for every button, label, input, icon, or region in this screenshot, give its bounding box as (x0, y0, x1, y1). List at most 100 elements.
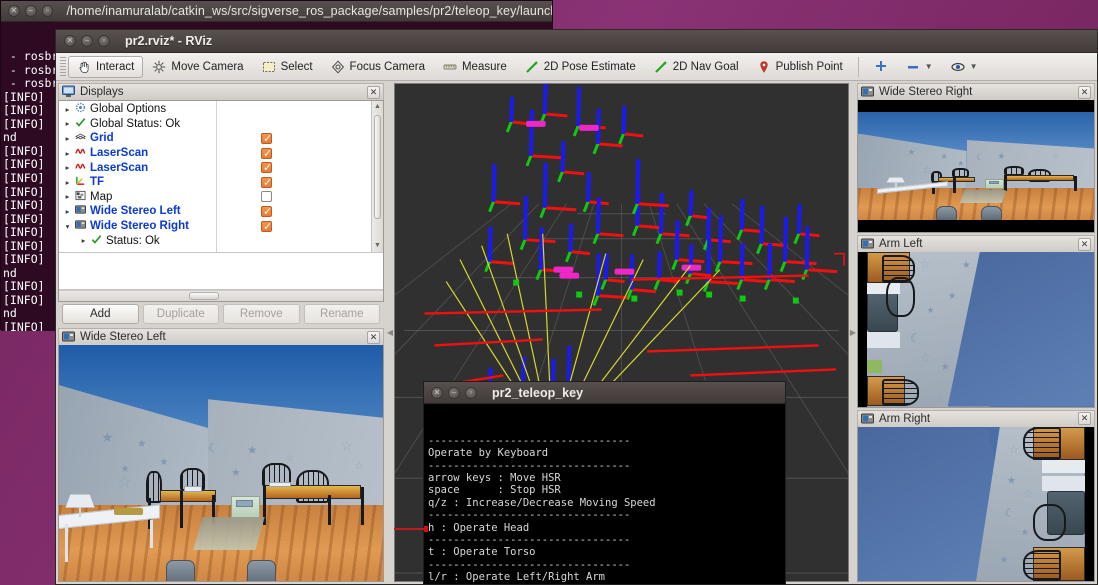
tf-axis-x (570, 252, 590, 254)
background-terminal-titlebar[interactable]: ✕ – ▫ /home/inamuralab/catkin_ws/src/sig… (1, 1, 552, 22)
splitter-handle-icon[interactable]: ◀ (386, 326, 394, 340)
rviz-titlebar[interactable]: ✕ – ▫ pr2.rviz* - RViz (56, 30, 1097, 53)
arm-left-header[interactable]: Arm Left ✕ (857, 235, 1095, 252)
display-enable-checkbox[interactable] (261, 221, 272, 232)
views-button[interactable]: ▼ (942, 56, 987, 78)
displays-property-area[interactable] (59, 253, 383, 290)
expand-arrow-icon[interactable]: ▸ (63, 207, 72, 216)
minimize-icon[interactable]: – (25, 5, 37, 17)
add-tool-button[interactable] (865, 56, 897, 78)
wide-stereo-left-image[interactable]: ★ ★ ★ ★ ☆ ☾ ★ ★ ☆ ☆ ☆ (58, 345, 384, 582)
expand-arrow-icon[interactable]: ▸ (63, 149, 72, 158)
display-enabled-cell[interactable] (217, 204, 383, 219)
minimize-icon[interactable]: – (81, 35, 93, 47)
expand-arrow-icon[interactable]: ▸ (63, 192, 72, 201)
teleop-titlebar[interactable]: ✕ – ▫ pr2_teleop_key (424, 382, 785, 404)
close-icon[interactable]: ✕ (1078, 86, 1091, 99)
scroll-down-icon[interactable]: ▼ (372, 240, 383, 252)
expand-arrow-icon[interactable]: ▸ (79, 236, 88, 245)
toolbar-separator (858, 57, 859, 77)
hand-icon (77, 60, 91, 74)
chevron-down-icon[interactable]: ▼ (970, 62, 978, 71)
display-item-label: TF (90, 176, 104, 188)
display-tree-item-wide-stereo-left[interactable]: ▸Wide Stereo Left (59, 204, 216, 219)
wide-stereo-left-header[interactable]: Wide Stereo Left ✕ (58, 328, 384, 345)
expand-arrow-icon[interactable]: ▸ (63, 163, 72, 172)
arm-left-image[interactable]: ☆ ★ ★ ★ ☾ ☆ ★ ☆ (857, 252, 1095, 408)
close-icon[interactable]: ✕ (431, 387, 443, 399)
tool-measure[interactable]: Measure (434, 56, 516, 78)
tf-axis-x (490, 262, 515, 264)
tf-axis-z (545, 84, 546, 114)
tool-2d-pose-estimate[interactable]: 2D Pose Estimate (516, 56, 645, 78)
close-icon[interactable]: ✕ (367, 86, 380, 99)
displays-horizontal-scrollbar[interactable] (59, 290, 383, 301)
display-tree-item-grid[interactable]: ▸Grid (59, 131, 216, 146)
close-icon[interactable]: ✕ (64, 35, 76, 47)
displays-tree[interactable]: ▸Global Options▸Global Status: Ok▸Grid▸L… (59, 101, 383, 253)
chevron-down-icon[interactable]: ▼ (925, 62, 933, 71)
tool-interact[interactable]: Interact (68, 56, 143, 78)
expand-arrow-icon[interactable]: ▸ (63, 134, 72, 143)
expand-arrow-icon[interactable]: ▸ (63, 178, 72, 187)
maximize-icon[interactable]: ▫ (465, 387, 477, 399)
display-enable-checkbox[interactable] (261, 162, 272, 173)
teleop-terminal-window[interactable]: ✕ – ▫ pr2_teleop_key -------------------… (423, 381, 786, 585)
add-button[interactable]: Add (62, 304, 139, 324)
display-enabled-cell[interactable] (217, 146, 383, 161)
display-tree-item-global-options[interactable]: ▸Global Options (59, 102, 216, 117)
remove-tool-button[interactable]: ▼ (897, 56, 942, 78)
right-splitter[interactable]: ▶ (849, 83, 857, 582)
display-enable-checkbox[interactable] (261, 191, 272, 202)
wide-stereo-right-header[interactable]: Wide Stereo Right ✕ (857, 83, 1095, 100)
arm-right-header[interactable]: Arm Right ✕ (857, 410, 1095, 427)
left-splitter[interactable]: ◀ (386, 81, 394, 584)
display-tree-item-global-status-ok[interactable]: ▸Global Status: Ok (59, 117, 216, 132)
toolbar-grip[interactable] (60, 57, 66, 77)
displays-dock: Displays ✕ ▸Global Options▸Global Status… (58, 83, 384, 326)
expand-arrow-icon[interactable]: ▾ (63, 222, 72, 231)
tool-select[interactable]: Select (253, 56, 322, 78)
scroll-up-icon[interactable]: ▲ (372, 101, 383, 113)
scrollbar-thumb[interactable] (189, 292, 219, 300)
tf-axis-y (566, 252, 570, 262)
tool-focus-camera[interactable]: Focus Camera (322, 56, 434, 78)
laser-point (576, 292, 582, 298)
close-icon[interactable]: ✕ (1078, 238, 1091, 251)
teleop-terminal-output[interactable]: --------------------------------Operate … (424, 404, 785, 585)
display-tree-item-laserscan[interactable]: ▸LaserScan (59, 146, 216, 161)
arm-right-image[interactable]: ☆ ★ ☆ ☾ ★ ★ (857, 427, 1095, 583)
display-enable-checkbox[interactable] (261, 177, 272, 188)
display-tree-item-map[interactable]: ▸Map (59, 190, 216, 205)
tool-publish-point[interactable]: Publish Point (748, 56, 852, 78)
expand-arrow-icon[interactable]: ▸ (63, 119, 72, 128)
display-enabled-cell[interactable] (217, 190, 383, 205)
display-enabled-cell[interactable] (217, 160, 383, 175)
tool-2d-nav-goal[interactable]: 2D Nav Goal (645, 56, 748, 78)
display-enabled-cell[interactable] (217, 175, 383, 190)
wall-star: ★ (137, 439, 147, 450)
close-icon[interactable]: ✕ (1078, 412, 1091, 425)
display-enable-checkbox[interactable] (261, 206, 272, 217)
display-enable-checkbox[interactable] (261, 148, 272, 159)
scrollbar-thumb[interactable] (374, 115, 381, 219)
display-enabled-cell[interactable] (217, 131, 383, 146)
close-icon[interactable]: ✕ (367, 331, 380, 344)
maximize-icon[interactable]: ▫ (98, 35, 110, 47)
display-tree-item-tf[interactable]: ▸ TF (59, 175, 216, 190)
tool-move-camera[interactable]: Move Camera (143, 56, 252, 78)
splitter-handle-icon[interactable]: ▶ (849, 326, 857, 340)
display-tree-item-laserscan[interactable]: ▸LaserScan (59, 160, 216, 175)
display-tree-item-wide-stereo-right[interactable]: ▾Wide Stereo Right (59, 219, 216, 234)
displays-tree-scrollbar[interactable]: ▲ ▼ (371, 101, 383, 252)
display-enable-checkbox[interactable] (261, 133, 272, 144)
bed-frame-scroll (1033, 504, 1066, 541)
close-icon[interactable]: ✕ (8, 5, 20, 17)
expand-arrow-icon[interactable]: ▸ (63, 105, 72, 114)
minimize-icon[interactable]: – (448, 387, 460, 399)
maximize-icon[interactable]: ▫ (42, 5, 54, 17)
displays-panel-header[interactable]: Displays ✕ (58, 83, 384, 100)
wide-stereo-right-image[interactable]: ★ ★ ☆ ★ ☾ ★ ☆ (857, 100, 1095, 233)
display-enabled-cell[interactable] (217, 219, 383, 234)
display-tree-item-status-ok[interactable]: ▸Status: Ok (59, 233, 216, 248)
